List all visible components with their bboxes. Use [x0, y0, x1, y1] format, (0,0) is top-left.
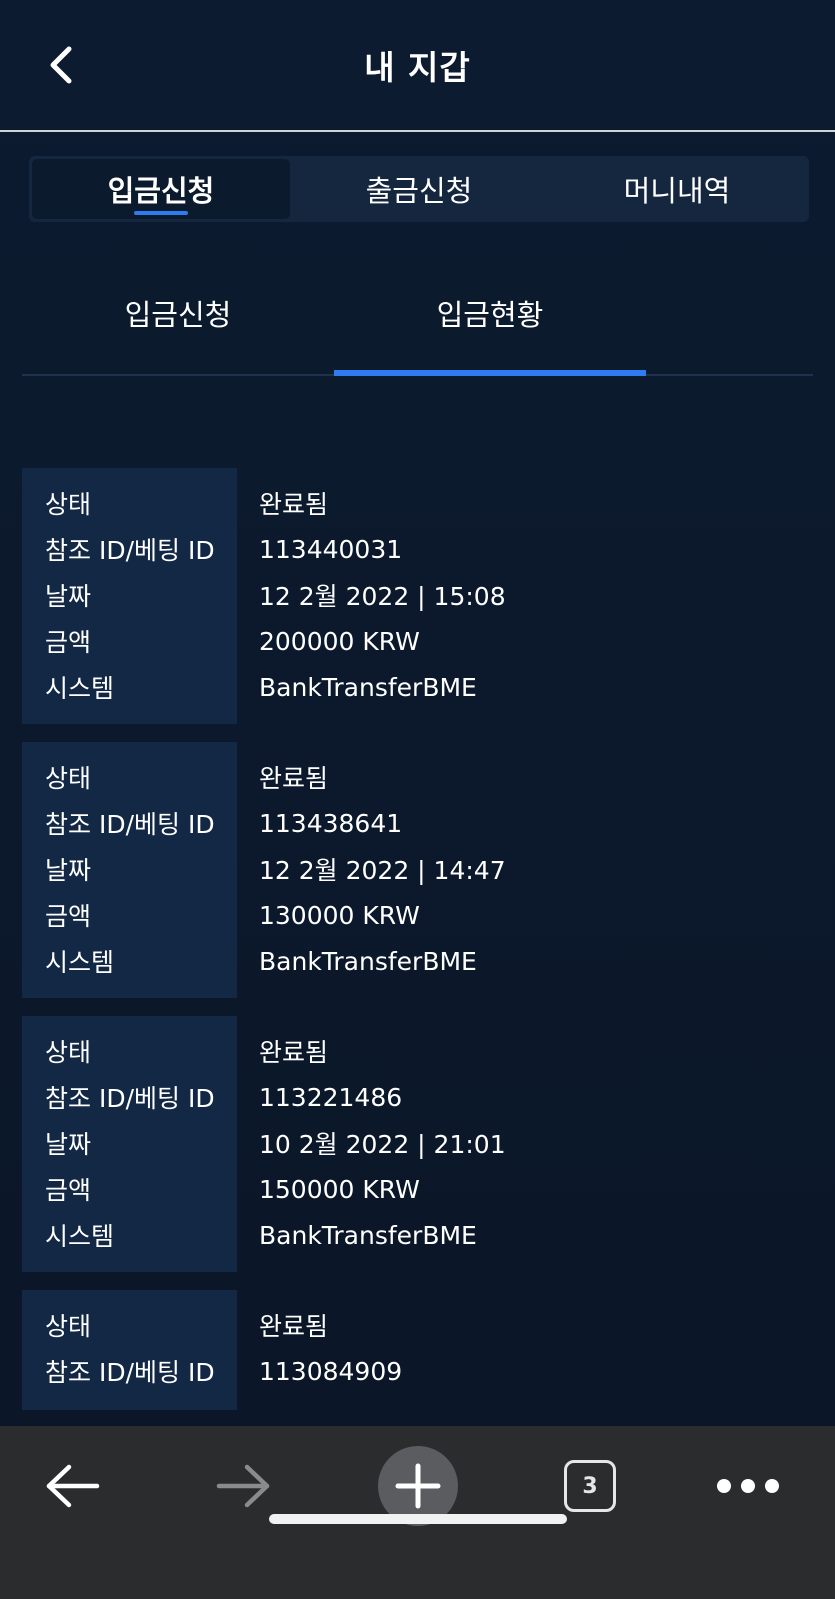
record-row-status: 상태 완료됨	[22, 480, 813, 526]
date-label: 날짜	[45, 582, 92, 611]
tab-label: 머니내역	[623, 174, 731, 208]
ref-id-value: 113084909	[259, 1356, 403, 1386]
tabs-icon: 3	[564, 1460, 616, 1512]
record-row-status: 상태 완료됨	[22, 754, 813, 800]
status-value: 완료됨	[259, 764, 329, 793]
back-button[interactable]	[40, 42, 80, 88]
amount-value: 130000 KRW	[259, 900, 420, 930]
amount-label: 금액	[45, 902, 92, 931]
deposit-records-list: 상태 완료됨 참조 ID/베팅 ID 113440031 날짜 12 2월 20…	[22, 468, 813, 1428]
ref-id-value: 113221486	[259, 1082, 403, 1112]
tab-money-history[interactable]: 머니내역	[548, 159, 806, 219]
status-value: 완료됨	[259, 490, 329, 519]
system-label: 시스템	[45, 674, 115, 703]
deposit-record: 상태 완료됨 참조 ID/베팅 ID 113440031 날짜 12 2월 20…	[22, 468, 813, 724]
record-row-amount: 금액 150000 KRW	[22, 1166, 813, 1212]
status-label: 상태	[45, 1038, 92, 1067]
wallet-segment-tabs: 입금신청 출금신청 머니내역	[29, 156, 809, 222]
record-row-ref-id: 참조 ID/베팅 ID 113440031	[22, 526, 813, 572]
system-value: BankTransferBME	[259, 672, 477, 702]
more-icon	[717, 1479, 779, 1493]
status-label: 상태	[45, 1312, 92, 1341]
forward-arrow-icon	[216, 1464, 270, 1508]
tab-label: 입금신청	[107, 174, 215, 208]
more-options-button[interactable]	[706, 1444, 790, 1528]
tab-deposit-request[interactable]: 입금신청	[32, 159, 290, 219]
deposit-record: 상태 완료됨 참조 ID/베팅 ID 113084909	[22, 1290, 813, 1410]
active-tab-indicator	[134, 211, 188, 215]
subtab-deposit-request[interactable]: 입금신청	[22, 262, 334, 374]
deposit-record: 상태 완료됨 참조 ID/베팅 ID 113221486 날짜 10 2월 20…	[22, 1016, 813, 1272]
record-row-ref-id: 참조 ID/베팅 ID 113438641	[22, 800, 813, 846]
record-row-date: 날짜 12 2월 2022 | 15:08	[22, 572, 813, 618]
subtab-label: 입금신청	[124, 298, 232, 332]
amount-value: 200000 KRW	[259, 626, 420, 656]
active-subtab-indicator	[334, 370, 646, 376]
record-row-ref-id: 참조 ID/베팅 ID 113221486	[22, 1074, 813, 1120]
plus-icon	[395, 1463, 441, 1509]
record-row-system: 시스템 BankTransferBME	[22, 1212, 813, 1258]
record-row-amount: 금액 130000 KRW	[22, 892, 813, 938]
record-row-status: 상태 완료됨	[22, 1302, 813, 1348]
status-value: 완료됨	[259, 1312, 329, 1341]
deposit-sub-tabs: 입금신청 입금현황	[22, 262, 813, 376]
date-value: 10 2월 2022 | 21:01	[259, 1130, 506, 1159]
record-row-system: 시스템 BankTransferBME	[22, 664, 813, 710]
system-label: 시스템	[45, 1222, 115, 1251]
subtab-label: 입금현황	[436, 298, 544, 332]
ref-id-value: 113440031	[259, 534, 403, 564]
browser-back-button[interactable]	[30, 1444, 114, 1528]
ref-id-value: 113438641	[259, 808, 403, 838]
status-label: 상태	[45, 764, 92, 793]
home-indicator[interactable]	[269, 1514, 567, 1524]
back-arrow-icon	[46, 1464, 100, 1508]
date-value: 12 2월 2022 | 14:47	[259, 856, 506, 885]
ref-id-label: 참조 ID/베팅 ID	[45, 1084, 215, 1113]
subtab-deposit-status[interactable]: 입금현황	[334, 262, 646, 376]
tab-label: 출금신청	[365, 174, 473, 208]
record-row-system: 시스템 BankTransferBME	[22, 938, 813, 984]
amount-value: 150000 KRW	[259, 1174, 420, 1204]
status-label: 상태	[45, 490, 92, 519]
wallet-screen: 내 지갑 입금신청 출금신청 머니내역 입금신청 입금현황 상태 완료됨 참조 …	[0, 0, 835, 1599]
record-row-amount: 금액 200000 KRW	[22, 618, 813, 664]
system-value: BankTransferBME	[259, 1220, 477, 1250]
date-label: 날짜	[45, 1130, 92, 1159]
date-value: 12 2월 2022 | 15:08	[259, 582, 506, 611]
record-row-date: 날짜 12 2월 2022 | 14:47	[22, 846, 813, 892]
browser-toolbar: 3	[0, 1426, 835, 1599]
ref-id-label: 참조 ID/베팅 ID	[45, 1358, 215, 1387]
record-row-date: 날짜 10 2월 2022 | 21:01	[22, 1120, 813, 1166]
date-label: 날짜	[45, 856, 92, 885]
status-value: 완료됨	[259, 1038, 329, 1067]
tab-withdraw-request[interactable]: 출금신청	[290, 159, 548, 219]
amount-label: 금액	[45, 628, 92, 657]
system-label: 시스템	[45, 948, 115, 977]
system-value: BankTransferBME	[259, 946, 477, 976]
chevron-left-icon	[50, 46, 72, 84]
page-title: 내 지갑	[364, 48, 471, 87]
deposit-record: 상태 완료됨 참조 ID/베팅 ID 113438641 날짜 12 2월 20…	[22, 742, 813, 998]
amount-label: 금액	[45, 1176, 92, 1205]
record-row-ref-id: 참조 ID/베팅 ID 113084909	[22, 1348, 813, 1394]
record-row-status: 상태 완료됨	[22, 1028, 813, 1074]
app-header: 내 지갑	[0, 0, 835, 132]
ref-id-label: 참조 ID/베팅 ID	[45, 810, 215, 839]
ref-id-label: 참조 ID/베팅 ID	[45, 536, 215, 565]
